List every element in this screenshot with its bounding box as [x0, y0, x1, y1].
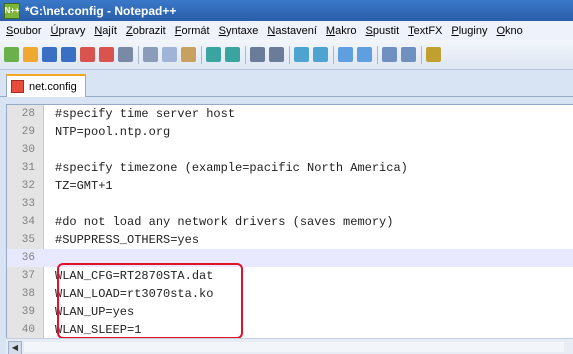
menu-item-accel: S: [365, 24, 373, 37]
line-number: 33: [21, 198, 35, 210]
code-line[interactable]: 33: [7, 195, 573, 213]
line-number: 35: [21, 234, 35, 246]
code-line[interactable]: 28 #specify time server host: [7, 105, 573, 123]
word-wrap-icon[interactable]: [382, 47, 397, 62]
code-line[interactable]: 31 #specify timezone (example=pacific Nor…: [7, 159, 573, 177]
line-number: 28: [21, 108, 35, 120]
code-line[interactable]: 32 TZ=GMT+1: [7, 177, 573, 195]
menu-item-4[interactable]: Formát: [175, 25, 210, 37]
menu-item-label: pravy: [58, 24, 86, 37]
line-number: 40: [21, 324, 35, 336]
menu-item-3[interactable]: Zobrazit: [126, 25, 166, 37]
menu-item-0[interactable]: Soubor: [6, 25, 41, 37]
menu-item-label: pustit: [372, 24, 400, 37]
tab-net-config[interactable]: net.config: [6, 74, 86, 97]
code-line[interactable]: 30: [7, 141, 573, 159]
file-modified-icon: [11, 80, 24, 93]
notepadpp-app-icon[interactable]: N++: [4, 2, 20, 19]
toolbar-separator: [138, 45, 139, 64]
toolbar-separator: [201, 45, 202, 64]
menu-item-11[interactable]: Okno: [496, 25, 522, 37]
scroll-left-arrow-icon[interactable]: ◀: [8, 341, 22, 354]
close-icon[interactable]: [80, 47, 95, 62]
new-file-icon[interactable]: [4, 47, 19, 62]
line-number: 38: [21, 288, 35, 300]
toolbar-separator: [245, 45, 246, 64]
menu-item-label: yntaxe: [225, 24, 259, 37]
toolbar-separator: [377, 45, 378, 64]
line-number: 29: [21, 126, 35, 138]
menu-item-5[interactable]: Syntaxe: [219, 25, 259, 37]
find-icon[interactable]: [250, 47, 265, 62]
copy-icon[interactable]: [162, 47, 177, 62]
menu-item-10[interactable]: Pluginy: [451, 25, 487, 37]
toolbar-separator: [333, 45, 334, 64]
redo-icon[interactable]: [225, 47, 240, 62]
save-all-icon[interactable]: [61, 47, 76, 62]
horizontal-scrollbar[interactable]: ◀: [6, 338, 573, 354]
open-file-icon[interactable]: [23, 47, 38, 62]
menu-item-6[interactable]: Nastavení: [267, 25, 317, 37]
menu-item-label: oubor: [13, 24, 42, 37]
line-number: 39: [21, 306, 35, 318]
close-all-icon[interactable]: [99, 47, 114, 62]
line-number: 30: [21, 144, 35, 156]
menu-item-accel: S: [218, 24, 226, 37]
menu-item-8[interactable]: Spustit: [366, 25, 400, 37]
toolbar-separator: [421, 45, 422, 64]
menu-item-accel: Z: [125, 24, 133, 37]
menu-bar: Soubor Úpravy Najít Zobrazit Formát Syntaxe Na…: [0, 21, 573, 41]
cut-icon[interactable]: [143, 47, 158, 62]
menu-item-label: akro: [335, 24, 357, 37]
menu-item-label: ormát: [181, 24, 210, 37]
code-text: #specify time server host: [55, 107, 236, 121]
menu-item-7[interactable]: Makro: [326, 25, 357, 37]
print-icon[interactable]: [118, 47, 133, 62]
highlight-annotation-box: [57, 263, 243, 339]
line-number: 34: [21, 216, 35, 228]
indent-guide-icon[interactable]: [426, 47, 441, 62]
toolbar-separator: [289, 45, 290, 64]
line-number: 31: [21, 162, 35, 174]
code-text: TZ=GMT+1: [55, 179, 113, 193]
menu-item-accel: M: [325, 24, 336, 37]
code-text: #SUPPRESS_OTHERS=yes: [55, 233, 200, 247]
paste-icon[interactable]: [181, 47, 196, 62]
menu-item-accel: O: [496, 24, 506, 37]
code-text: #specify timezone (example=pacific North…: [55, 161, 408, 175]
code-line[interactable]: 34 #do not load any network drivers (save…: [7, 213, 573, 231]
replace-icon[interactable]: [269, 47, 284, 62]
toolbar: [0, 40, 573, 70]
menu-item-label: luginy: [458, 24, 488, 37]
menu-item-label: extFX: [413, 24, 443, 37]
menu-item-label: obrazit: [132, 24, 166, 37]
tab-bar: net.config: [0, 70, 573, 97]
window-title: *G:\net.config - Notepad++: [25, 3, 177, 18]
code-line[interactable]: 29 NTP=pool.ntp.org: [7, 123, 573, 141]
line-number: 36: [21, 252, 35, 264]
code-text: #do not load any network drivers (saves …: [55, 215, 394, 229]
scroll-track[interactable]: [24, 342, 564, 352]
menu-item-label: ajít: [102, 24, 117, 37]
menu-item-label: astavení: [275, 24, 317, 37]
notepadpp-window: N++ *G:\net.config - Notepad++ Soubor Úpr…: [0, 0, 573, 354]
line-number: 37: [21, 270, 35, 282]
menu-item-9[interactable]: TextFX: [408, 25, 442, 37]
line-number: 32: [21, 180, 35, 192]
menu-item-accel: P: [451, 24, 459, 37]
sync-vertical-icon[interactable]: [338, 47, 353, 62]
tab-label: net.config: [29, 80, 77, 93]
zoom-in-icon[interactable]: [294, 47, 309, 62]
menu-item-label: kno: [505, 24, 523, 37]
show-all-chars-icon[interactable]: [401, 47, 416, 62]
menu-item-2[interactable]: Najít: [94, 25, 117, 37]
sync-horizontal-icon[interactable]: [357, 47, 372, 62]
code-line[interactable]: 35 #SUPPRESS_OTHERS=yes: [7, 231, 573, 249]
menu-item-1[interactable]: Úpravy: [50, 25, 85, 37]
undo-icon[interactable]: [206, 47, 221, 62]
title-bar[interactable]: N++ *G:\net.config - Notepad++: [0, 0, 573, 21]
zoom-out-icon[interactable]: [313, 47, 328, 62]
code-text: NTP=pool.ntp.org: [55, 125, 171, 139]
save-icon[interactable]: [42, 47, 57, 62]
